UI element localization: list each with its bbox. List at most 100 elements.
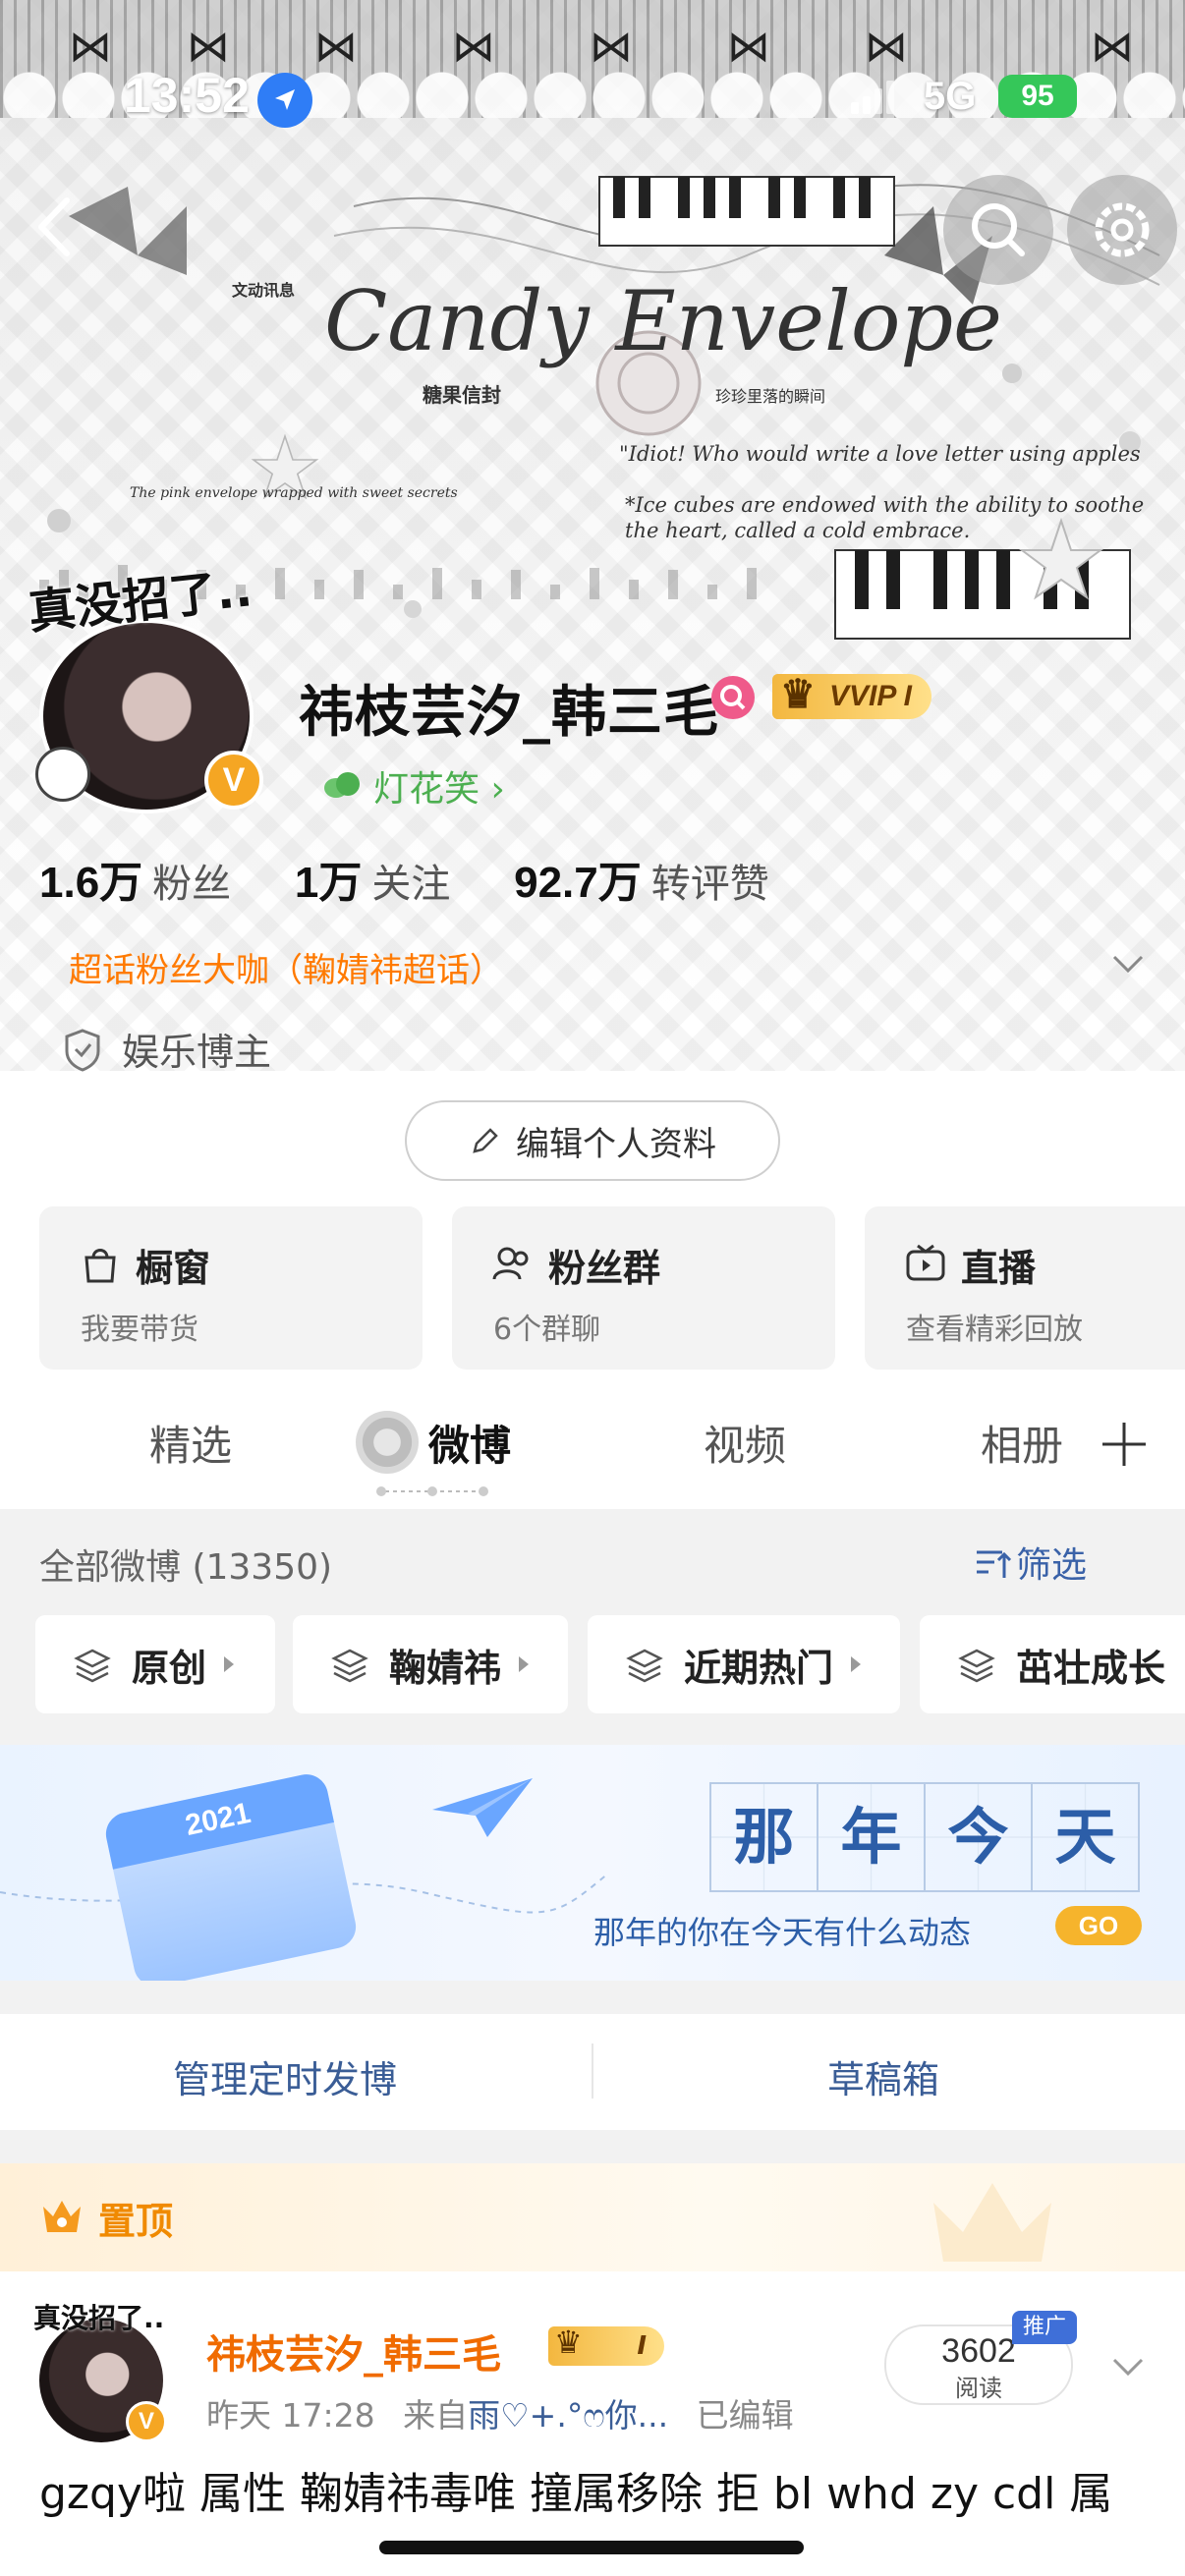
post-edited-label: 已编辑 [696,2396,794,2435]
home-indicator [379,2541,804,2554]
star-chain-decoration [376,1486,488,1496]
chevron-left-icon [38,197,70,256]
layers-icon [626,1649,663,1683]
status-bar: 13:52 5G 95 [0,0,1185,138]
super-topic-tag[interactable]: 超话粉丝大咖（鞠婧祎超话） [69,943,503,991]
ring-icon [35,747,90,802]
stat-label: 粉丝 [152,862,232,907]
profile-avatar-wrap[interactable]: 真没招了.. V [26,562,263,813]
pinned-post[interactable]: 真没招了.. V 祎枝芸汐_韩三毛 ♛ I 昨天 17:28 来自雨♡+.°ෆ你… [0,2271,1185,2576]
tv-icon [906,1244,945,1281]
chip-growing[interactable]: 茁壮成长 [920,1615,1185,1713]
tab-video[interactable]: 视频 [704,1413,786,1473]
divider [592,2044,593,2099]
post-text: gzqy啦 属性 鞠婧祎毒唯 撞属移除 拒 bl whd zy cdl 属 [39,2469,1113,2519]
cover-line-3: the heart, called a cold embrace. [625,519,971,542]
edit-profile-button[interactable]: 编辑个人资料 [405,1100,780,1181]
profile-username: 祎枝芸汐_韩三毛 [299,681,719,745]
gear-icon [1095,202,1150,257]
back-button[interactable] [28,193,86,261]
all-posts-count: 全部微博 (13350) [39,1547,333,1588]
chevron-down-icon[interactable] [1108,2352,1148,2381]
crown-icon: ♛ [780,673,816,716]
card-fan-group[interactable]: 粉丝群 6个群聊 [452,1206,835,1370]
cloud-icon [324,772,360,798]
filter-button[interactable]: 筛选 [1016,1537,1087,1588]
promo-char: 今 [926,1784,1033,1890]
card-title: 粉丝群 [548,1247,661,1290]
crown-icon: ♛ [554,2324,583,2361]
tab-album[interactable]: 相册 [981,1413,1063,1473]
promo-char: 那 [711,1784,818,1890]
lamp-link[interactable]: 灯花笑 › [373,760,505,812]
search-badge-icon[interactable] [711,676,755,719]
tab-featured[interactable]: 精选 [149,1413,232,1473]
profile-tabs: 精选 微博 视频 相册 [0,1375,1185,1509]
chip-original[interactable]: 原创 [35,1615,275,1713]
promote-tag[interactable]: 推广 [1012,2311,1077,2344]
post-meta: 昨天 17:28 来自雨♡+.°ෆ你... 已编辑 [206,2389,794,2436]
manage-row: 管理定时发博 草稿箱 [0,2014,1185,2130]
post-vip-badge[interactable]: ♛ I [548,2324,664,2366]
stat-label: 关注 [371,862,451,907]
chip-ju-jingyi[interactable]: 鞠婧祎 [293,1615,568,1713]
blogger-category: 娱乐博主 [122,1031,272,1074]
cover-line-2: *Ice cubes are endowed with the ability … [625,493,1145,517]
pinned-label: 置顶 [98,2200,174,2243]
chip-label: 近期热门 [684,1646,834,1690]
chip-recent-hot[interactable]: 近期热门 [588,1615,900,1713]
card-title: 直播 [961,1247,1037,1290]
layers-icon [958,1649,995,1683]
caret-right-icon [851,1656,862,1672]
chip-label: 原创 [132,1646,207,1690]
chip-label: 鞠婧祎 [389,1646,502,1690]
cover-line-1: "Idiot! Who would write a love letter us… [619,442,1141,466]
post-source[interactable]: 雨♡+.°ෆ你... [468,2396,668,2435]
chevron-down-icon[interactable] [1108,949,1148,979]
stat-following[interactable]: 1万 关注 [295,847,450,910]
promo-text: 那年的你在今天有什么动态 [593,1914,972,1951]
plus-icon[interactable] [1099,1419,1150,1470]
shield-icon [65,1029,100,1072]
post-verified-badge: V [126,2401,167,2442]
card-subtitle: 我要带货 [81,1313,198,1347]
stat-number: 1万 [294,859,363,907]
read-label: 阅读 [955,2375,1002,2402]
tab-weibo[interactable]: 微博 [428,1413,511,1473]
post-author-name[interactable]: 祎枝芸汐_韩三毛 [206,2323,501,2380]
crown-icon [43,2201,81,2232]
drafts-button[interactable]: 草稿箱 [827,2049,939,2103]
stat-label: 转评赞 [650,862,769,907]
profile-cover: ⋈ ⋈ ⋈ ⋈ ⋈ ⋈ ⋈ ⋈ Candy Envelope 文动讯息 糖果信封… [0,0,1185,1071]
cover-cn-small: 糖果信封 [423,383,501,407]
post-avatar-sticker: 真没招了.. [33,2302,165,2334]
group-icon [492,1247,529,1280]
memories-banner[interactable]: 2021 那 年 今 天 那年的你在今天有什么动态 GO [0,1745,1185,1990]
layers-icon [74,1649,111,1683]
divider-gap [0,1981,1185,2014]
search-button[interactable] [943,175,1053,285]
cover-cn-right: 珍珍里落的瞬间 [715,387,826,406]
caret-right-icon [519,1656,530,1672]
post-time: 昨天 17:28 [206,2396,375,2435]
chip-label: 茁壮成长 [1016,1646,1166,1690]
pinned-header: 置顶 [0,2163,1185,2271]
scheduled-posts-button[interactable]: 管理定时发博 [173,2049,397,2103]
vvip-badge[interactable]: ♛ VVIP I [772,673,931,719]
card-shop-window[interactable]: 橱窗 我要带货 [39,1206,423,1370]
go-button[interactable]: GO [1055,1906,1142,1945]
status-time: 13:52 [124,68,250,123]
search-icon [972,203,1025,256]
network-type: 5G [924,75,977,118]
divider-gap [0,2130,1185,2163]
card-live[interactable]: 直播 查看精彩回放 [865,1206,1185,1370]
settings-button[interactable] [1067,175,1177,285]
stat-interactions[interactable]: 92.7万 转评赞 [514,847,769,910]
sort-filter-icon [977,1550,1012,1578]
card-title: 橱窗 [136,1247,211,1290]
stat-number: 92.7万 [514,859,642,907]
cover-cn-top: 文动讯息 [232,281,296,300]
vvip-label: VVIP I [829,680,912,712]
stat-followers[interactable]: 1.6万 粉丝 [39,847,231,910]
pencil-icon [473,1128,498,1153]
